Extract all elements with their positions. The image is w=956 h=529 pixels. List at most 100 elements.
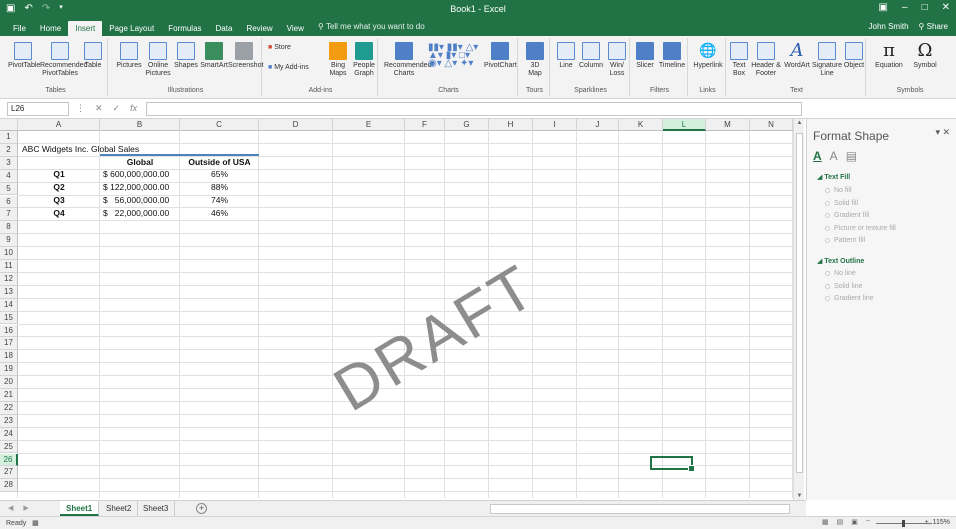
online-pictures-button[interactable]: Online Pictures	[144, 42, 172, 78]
vertical-scroll-thumb[interactable]	[796, 133, 803, 473]
signature-line-button[interactable]: Signature Line	[812, 42, 842, 78]
text-box-button[interactable]: Text Box	[730, 42, 748, 78]
tab-home[interactable]: Home	[33, 21, 68, 36]
row-header-23[interactable]: 23	[0, 414, 18, 428]
worksheet-grid[interactable]: ABC Widgets Inc. Global Sales Global Out…	[0, 119, 800, 498]
tab-view[interactable]: View	[280, 21, 311, 36]
shapes-button[interactable]: Shapes	[174, 42, 198, 70]
row-header-1[interactable]: 1	[0, 131, 18, 144]
radio-icon[interactable]	[825, 271, 830, 276]
row-header-5[interactable]: 5	[0, 182, 18, 196]
draft-watermark[interactable]: DRAFT	[322, 251, 549, 426]
outside-usa-cell[interactable]: 74%	[180, 194, 259, 206]
my-addins-button[interactable]: ■ My Add-ins	[268, 64, 322, 72]
global-sales-cell[interactable]: $ 56,000,000.00	[103, 194, 169, 206]
quarter-cell[interactable]: Q1	[18, 168, 100, 180]
row-header-13[interactable]: 13	[0, 285, 18, 299]
radio-icon[interactable]	[825, 225, 830, 231]
quarter-cell[interactable]: Q3	[18, 194, 100, 206]
select-all-corner[interactable]	[0, 119, 18, 131]
cell-c3-outside[interactable]: Outside of USA	[180, 156, 259, 168]
radio-icon[interactable]	[825, 188, 830, 193]
fx-icon[interactable]: fx	[130, 103, 137, 114]
vertical-scrollbar[interactable]: ▲ ▼	[793, 119, 804, 500]
more-icon[interactable]: ⋮	[76, 103, 85, 114]
row-header-20[interactable]: 20	[0, 376, 18, 389]
radio-icon[interactable]	[825, 283, 830, 289]
name-box[interactable]: L26	[7, 102, 69, 116]
page-layout-view-icon[interactable]: ▤	[837, 518, 844, 526]
next-sheet-icon[interactable]: ▶	[23, 504, 28, 512]
row-header-28[interactable]: 28	[0, 479, 18, 493]
tab-formulas[interactable]: Formulas	[161, 21, 208, 36]
radio-icon[interactable]	[825, 213, 830, 218]
formula-input[interactable]	[146, 102, 802, 116]
row-header-14[interactable]: 14	[0, 298, 18, 312]
quarter-cell[interactable]: Q4	[18, 207, 100, 219]
row-header-25[interactable]: 25	[0, 440, 18, 454]
chart-type-buttons[interactable]: ▮▮▾ ▮▮▾ △▾ ▲▾ ▮▾ □▾ ◉▾ △▾ ✦▾	[428, 43, 482, 69]
row-header-4[interactable]: 4	[0, 169, 18, 183]
symbol-button[interactable]: Ω Symbol	[908, 42, 942, 70]
column-header-i[interactable]: I	[533, 119, 577, 131]
ribbon-display-icon[interactable]: ▣	[879, 2, 888, 13]
add-sheet-button[interactable]: +	[196, 503, 207, 514]
column-header-c[interactable]: C	[180, 119, 259, 131]
row-header-22[interactable]: 22	[0, 401, 18, 415]
macro-record-icon[interactable]: ▦	[32, 520, 39, 527]
cell-a2-title[interactable]: ABC Widgets Inc. Global Sales	[22, 143, 139, 155]
sheet-tab-sheet1[interactable]: Sheet1	[60, 501, 100, 516]
scroll-down-icon[interactable]: ▼	[794, 493, 805, 499]
winloss-sparkline-button[interactable]: Win/ Loss	[606, 42, 628, 78]
share-button[interactable]: ⚲ Share	[919, 22, 948, 31]
row-header-6[interactable]: 6	[0, 195, 18, 209]
object-button[interactable]: Object	[842, 42, 866, 70]
horizontal-scrollbar[interactable]	[490, 504, 790, 514]
fill-option[interactable]: Picture or texture fill	[825, 225, 896, 232]
row-header-21[interactable]: 21	[0, 389, 18, 402]
people-graph-button[interactable]: People Graph	[352, 42, 376, 78]
fill-option[interactable]: Solid fill	[825, 200, 858, 207]
column-header-g[interactable]: G	[445, 119, 489, 131]
column-sparkline-button[interactable]: Column	[578, 42, 604, 70]
row-header-24[interactable]: 24	[0, 427, 18, 441]
3d-map-button[interactable]: 3D Map	[524, 42, 546, 78]
selected-cell-l26[interactable]	[650, 456, 695, 472]
radio-icon[interactable]	[825, 200, 830, 206]
hyperlink-button[interactable]: 🌐 Hyperlink	[692, 42, 724, 70]
row-header-11[interactable]: 11	[0, 260, 18, 273]
text-fill-outline-icon[interactable]: A	[813, 149, 822, 163]
close-icon[interactable]: ✕	[942, 2, 950, 13]
column-header-l[interactable]: L	[663, 119, 706, 131]
normal-view-icon[interactable]: ▦	[822, 518, 829, 526]
scroll-up-icon[interactable]: ▲	[794, 120, 805, 126]
column-header-e[interactable]: E	[333, 119, 405, 131]
row-header-8[interactable]: 8	[0, 221, 18, 235]
timeline-button[interactable]: Timeline	[658, 42, 686, 70]
line-sparkline-button[interactable]: Line	[556, 42, 576, 70]
restore-icon[interactable]: □	[922, 2, 928, 13]
wordart-button[interactable]: A WordArt	[784, 42, 810, 70]
tab-review[interactable]: Review	[239, 21, 279, 36]
row-header-17[interactable]: 17	[0, 337, 18, 351]
outline-option[interactable]: Solid line	[825, 283, 862, 290]
cancel-icon[interactable]: ✕	[95, 103, 103, 114]
column-header-j[interactable]: J	[577, 119, 619, 131]
global-sales-cell[interactable]: $ 600,000,000.00	[103, 168, 169, 180]
page-break-view-icon[interactable]: ▣	[851, 518, 858, 526]
pivottable-button[interactable]: PivotTable	[8, 42, 40, 70]
text-effects-icon[interactable]: A	[830, 149, 838, 163]
row-header-7[interactable]: 7	[0, 208, 18, 222]
header-footer-button[interactable]: Header & Footer	[750, 42, 782, 78]
column-header-m[interactable]: M	[706, 119, 750, 131]
row-header-19[interactable]: 19	[0, 363, 18, 377]
row-header-12[interactable]: 12	[0, 272, 18, 286]
recommended-charts-button[interactable]: Recommended Charts	[384, 42, 431, 78]
prev-sheet-icon[interactable]: ◀	[8, 504, 13, 512]
column-header-n[interactable]: N	[750, 119, 793, 131]
outline-option[interactable]: Gradient line	[825, 295, 874, 302]
zoom-level[interactable]: + 115%	[925, 519, 950, 526]
sheet-tab-sheet3[interactable]: Sheet3	[137, 501, 176, 516]
tab-data[interactable]: Data	[209, 21, 240, 36]
zoom-out-icon[interactable]: −	[866, 518, 870, 526]
